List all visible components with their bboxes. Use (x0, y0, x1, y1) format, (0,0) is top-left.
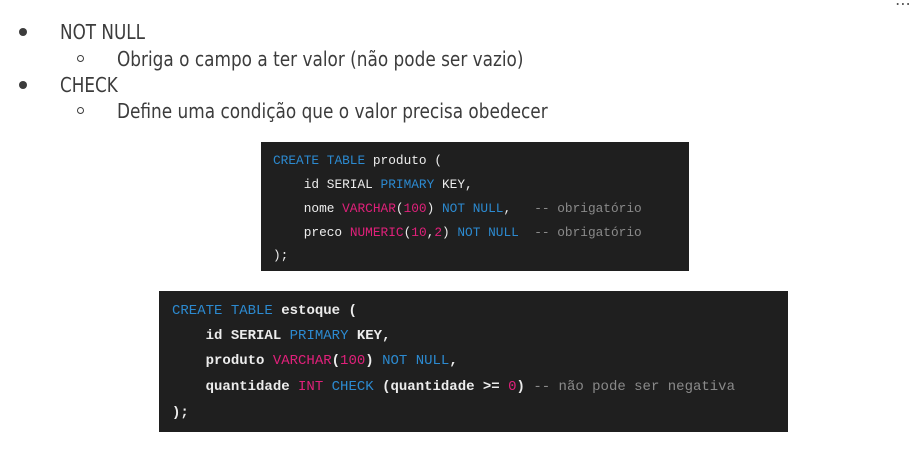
code-block-estoque: CREATE TABLE estoque ( id SERIAL PRIMARY… (159, 291, 788, 432)
sub-bullet-not-null-desc: Obriga o campo a ter valor (não pode ser… (117, 47, 524, 71)
sub-bullet-circle-icon (77, 55, 84, 62)
code-line: ); (273, 248, 289, 263)
code-line: ); (172, 405, 189, 421)
code-line: nome VARCHAR(100) NOT NULL, -- obrigatór… (303, 201, 642, 216)
code-block-produto: CREATE TABLE produto ( id SERIAL PRIMARY… (261, 142, 689, 271)
code-line: produto VARCHAR(100) NOT NULL, (205, 353, 458, 369)
bullet-dot-icon (19, 28, 27, 36)
code-line: preco NUMERIC(10,2) NOT NULL -- obrigató… (303, 225, 642, 240)
more-options-icon[interactable]: ⋯ (895, 0, 912, 13)
bullet-dot-icon (19, 81, 27, 89)
code-line: CREATE TABLE estoque ( (172, 303, 357, 319)
sub-bullet-circle-icon (77, 107, 84, 114)
sub-bullet-check-desc: Define uma condição que o valor precisa … (117, 99, 548, 123)
code-line: id SERIAL PRIMARY KEY, (303, 177, 473, 192)
code-line: CREATE TABLE produto ( (273, 153, 442, 168)
code-line: id SERIAL PRIMARY KEY, (205, 328, 391, 344)
code-line: quantidade INT CHECK (quantidade >= 0) -… (205, 379, 735, 395)
bullet-item-not-null: NOT NULL (60, 20, 145, 44)
bullet-item-check: CHECK (60, 73, 118, 97)
